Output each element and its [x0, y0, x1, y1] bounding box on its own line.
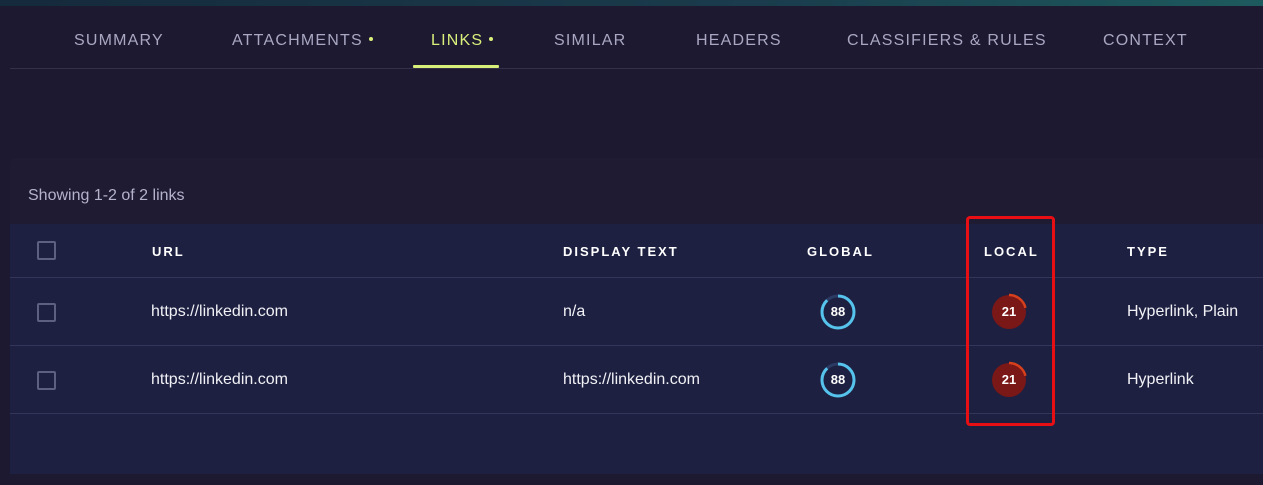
tab-links[interactable]: LINKS	[431, 32, 494, 50]
global-score: 88	[830, 372, 846, 387]
tab-similar-label: SIMILAR	[554, 32, 627, 49]
column-header-display-text[interactable]: DISPLAY TEXT	[563, 244, 679, 259]
tab-bar: SUMMARY ATTACHMENTS LINKS SIMILAR HEADER…	[10, 6, 1263, 69]
link-display-text: n/a	[563, 303, 586, 320]
column-header-global[interactable]: GLOBAL	[807, 244, 874, 259]
tab-summary-label: SUMMARY	[74, 32, 164, 49]
local-score: 21	[1001, 304, 1017, 319]
tab-context[interactable]: CONTEXT	[1103, 32, 1188, 50]
notification-dot-icon	[368, 36, 373, 41]
tab-context-label: CONTEXT	[1103, 32, 1188, 49]
tab-attachments[interactable]: ATTACHMENTS	[232, 32, 373, 50]
tab-attachments-label: ATTACHMENTS	[232, 32, 363, 49]
select-all-checkbox[interactable]	[37, 241, 56, 260]
links-table: URL DISPLAY TEXT GLOBAL LOCAL TYPE https…	[10, 224, 1263, 474]
global-score-gauge: 88	[819, 293, 857, 331]
tab-similar[interactable]: SIMILAR	[554, 32, 626, 50]
row-checkbox[interactable]	[37, 371, 56, 390]
link-display-text: https://linkedin.com	[563, 371, 700, 388]
table-row[interactable]: https://linkedin.com n/a 88 21 Hyperlink…	[10, 278, 1263, 346]
local-score-gauge: 21	[990, 293, 1028, 331]
table-header: URL DISPLAY TEXT GLOBAL LOCAL TYPE	[10, 224, 1263, 278]
links-panel: Showing 1-2 of 2 links URL DISPLAY TEXT …	[10, 158, 1263, 474]
link-type: Hyperlink, Plain	[1127, 303, 1239, 320]
column-header-local[interactable]: LOCAL	[984, 244, 1039, 259]
tab-links-label: LINKS	[431, 32, 484, 49]
column-header-url[interactable]: URL	[152, 244, 185, 259]
notification-dot-icon	[489, 36, 494, 41]
tab-classifiers-rules[interactable]: CLASSIFIERS & RULES	[847, 32, 1047, 50]
showing-count: Showing 1-2 of 2 links	[28, 187, 185, 204]
column-header-type[interactable]: TYPE	[1127, 244, 1169, 259]
row-checkbox[interactable]	[37, 303, 56, 322]
tab-classifiers-label: CLASSIFIERS & RULES	[847, 32, 1047, 49]
table-row[interactable]: https://linkedin.com https://linkedin.co…	[10, 346, 1263, 414]
link-url[interactable]: https://linkedin.com	[151, 371, 288, 389]
local-score-gauge: 21	[990, 361, 1028, 399]
global-score-gauge: 88	[819, 361, 857, 399]
local-score: 21	[1001, 372, 1017, 387]
active-tab-indicator	[413, 65, 499, 68]
tab-headers-label: HEADERS	[696, 32, 782, 49]
tab-headers[interactable]: HEADERS	[696, 32, 782, 50]
global-score: 88	[830, 304, 846, 319]
tab-summary[interactable]: SUMMARY	[74, 32, 164, 50]
link-type: Hyperlink	[1127, 371, 1194, 388]
link-url[interactable]: https://linkedin.com	[151, 303, 288, 321]
